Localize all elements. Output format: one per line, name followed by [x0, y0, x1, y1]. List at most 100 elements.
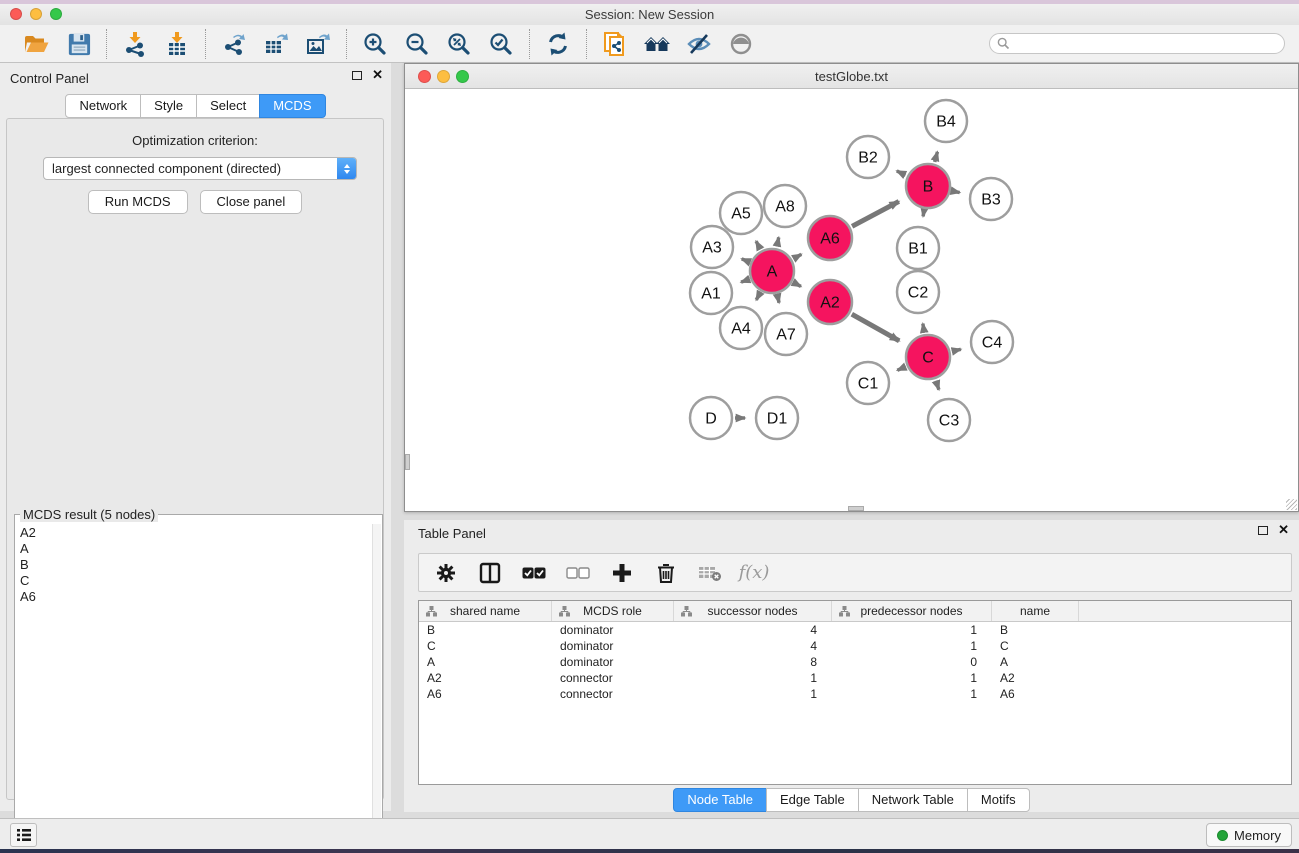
copy-network-icon[interactable]: [597, 28, 633, 60]
table-cell[interactable]: B: [419, 623, 552, 637]
column-header-MCDS-role[interactable]: MCDS role: [552, 601, 674, 621]
tab-edge-table[interactable]: Edge Table: [766, 788, 859, 812]
result-item[interactable]: A: [17, 541, 372, 557]
run-mcds-button[interactable]: Run MCDS: [88, 190, 188, 214]
table-cell[interactable]: 0: [832, 655, 992, 669]
minimize-window-icon[interactable]: [30, 8, 42, 20]
zoom-fit-icon[interactable]: [441, 28, 477, 60]
resize-grip[interactable]: [1286, 499, 1297, 510]
network-minimize-icon[interactable]: [437, 70, 450, 83]
first-neighbors-icon[interactable]: [639, 28, 675, 60]
close-window-icon[interactable]: [10, 8, 22, 20]
table-cell[interactable]: 1: [832, 687, 992, 701]
show-all-icon[interactable]: [723, 28, 759, 60]
graph-edge-A-A4[interactable]: [756, 293, 760, 300]
export-network-icon[interactable]: [216, 28, 252, 60]
result-item[interactable]: B: [17, 557, 372, 573]
close-table-panel-icon[interactable]: ✕: [1278, 525, 1289, 535]
open-session-icon[interactable]: [18, 28, 54, 60]
table-cell[interactable]: A6: [992, 687, 1079, 701]
table-row[interactable]: A6connector11A6: [419, 686, 1291, 702]
graph-edge-A2-C[interactable]: [852, 314, 899, 341]
graph-edge-C-C3[interactable]: [936, 381, 939, 390]
network-close-icon[interactable]: [418, 70, 431, 83]
tab-network-table[interactable]: Network Table: [858, 788, 968, 812]
graph-edge-C-C1[interactable]: [897, 367, 905, 370]
graph-edge-A-A3[interactable]: [742, 259, 749, 262]
column-header-shared-name[interactable]: shared name: [419, 601, 552, 621]
deselect-all-icon[interactable]: [563, 558, 593, 588]
graph-edge-A-A1[interactable]: [741, 279, 748, 282]
float-table-panel-icon[interactable]: [1258, 526, 1268, 535]
table-cell[interactable]: dominator: [552, 639, 674, 653]
graph-edge-A6-B[interactable]: [852, 201, 899, 226]
zoom-window-icon[interactable]: [50, 8, 62, 20]
column-header-successor-nodes[interactable]: successor nodes: [674, 601, 832, 621]
tab-style[interactable]: Style: [140, 94, 197, 118]
add-column-icon[interactable]: [607, 558, 637, 588]
float-panel-icon[interactable]: [352, 71, 362, 80]
save-session-icon[interactable]: [60, 28, 96, 60]
table-cell[interactable]: A: [419, 655, 552, 669]
optimization-criterion-select[interactable]: largest connected component (directed): [43, 157, 357, 180]
table-cell[interactable]: 1: [674, 671, 832, 685]
table-row[interactable]: A2connector11A2: [419, 670, 1291, 686]
graph-edge-C-C2[interactable]: [923, 324, 924, 333]
delete-column-icon[interactable]: [651, 558, 681, 588]
export-table-icon[interactable]: [258, 28, 294, 60]
zoom-out-icon[interactable]: [399, 28, 435, 60]
result-item[interactable]: C: [17, 573, 372, 589]
table-cell[interactable]: 4: [674, 639, 832, 653]
graph-edge-A-A6[interactable]: [794, 254, 802, 258]
graph-edge-A-A2[interactable]: [794, 283, 801, 287]
graph-edge-A-A8[interactable]: [777, 237, 779, 246]
column-header-name[interactable]: name: [992, 601, 1079, 621]
network-zoom-icon[interactable]: [456, 70, 469, 83]
table-cell[interactable]: A2: [992, 671, 1079, 685]
import-network-icon[interactable]: [117, 28, 153, 60]
table-cell[interactable]: A2: [419, 671, 552, 685]
tab-mcds[interactable]: MCDS: [259, 94, 325, 118]
memory-button[interactable]: Memory: [1206, 823, 1292, 847]
network-canvas[interactable]: B4B2BB3A8A5A6A3B1AA1C2A2A4A7C4CC1C3DD1: [405, 89, 1298, 511]
table-cell[interactable]: connector: [552, 671, 674, 685]
table-cell[interactable]: 1: [832, 639, 992, 653]
table-row[interactable]: Adominator80A: [419, 654, 1291, 670]
export-image-icon[interactable]: [300, 28, 336, 60]
close-panel-icon[interactable]: ✕: [372, 70, 383, 80]
graph-edge-B-B3[interactable]: [952, 191, 959, 192]
table-cell[interactable]: A: [992, 655, 1079, 669]
horizontal-scrollbar-thumb[interactable]: [848, 506, 864, 511]
tab-motifs[interactable]: Motifs: [967, 788, 1030, 812]
select-all-icon[interactable]: [519, 558, 549, 588]
graph-edge-B-B2[interactable]: [897, 171, 906, 175]
task-history-button[interactable]: [10, 823, 37, 847]
refresh-icon[interactable]: [540, 28, 576, 60]
zoom-in-icon[interactable]: [357, 28, 393, 60]
table-cell[interactable]: B: [992, 623, 1079, 637]
graph-edge-B-B4[interactable]: [935, 152, 938, 162]
result-item[interactable]: A2: [17, 525, 372, 541]
graph-edge-A-A7[interactable]: [777, 295, 779, 302]
table-cell[interactable]: 1: [674, 687, 832, 701]
zoom-selected-icon[interactable]: [483, 28, 519, 60]
columns-icon[interactable]: [475, 558, 505, 588]
table-cell[interactable]: connector: [552, 687, 674, 701]
table-cell[interactable]: 1: [832, 623, 992, 637]
graph-edge-A-A5[interactable]: [756, 241, 760, 249]
vertical-scrollbar-thumb[interactable]: [405, 454, 410, 470]
gear-icon[interactable]: [431, 558, 461, 588]
table-row[interactable]: Cdominator41C: [419, 638, 1291, 654]
hide-selected-icon[interactable]: [681, 28, 717, 60]
tab-node-table[interactable]: Node Table: [673, 788, 767, 812]
graph-edge-B-B1[interactable]: [923, 211, 924, 217]
table-cell[interactable]: 4: [674, 623, 832, 637]
table-cell[interactable]: dominator: [552, 623, 674, 637]
search-input[interactable]: [989, 33, 1285, 54]
column-header-predecessor-nodes[interactable]: predecessor nodes: [832, 601, 992, 621]
graph-edge-C-C4[interactable]: [952, 349, 961, 351]
result-item[interactable]: A6: [17, 589, 372, 605]
table-cell[interactable]: 1: [832, 671, 992, 685]
tab-select[interactable]: Select: [196, 94, 260, 118]
table-cell[interactable]: C: [419, 639, 552, 653]
